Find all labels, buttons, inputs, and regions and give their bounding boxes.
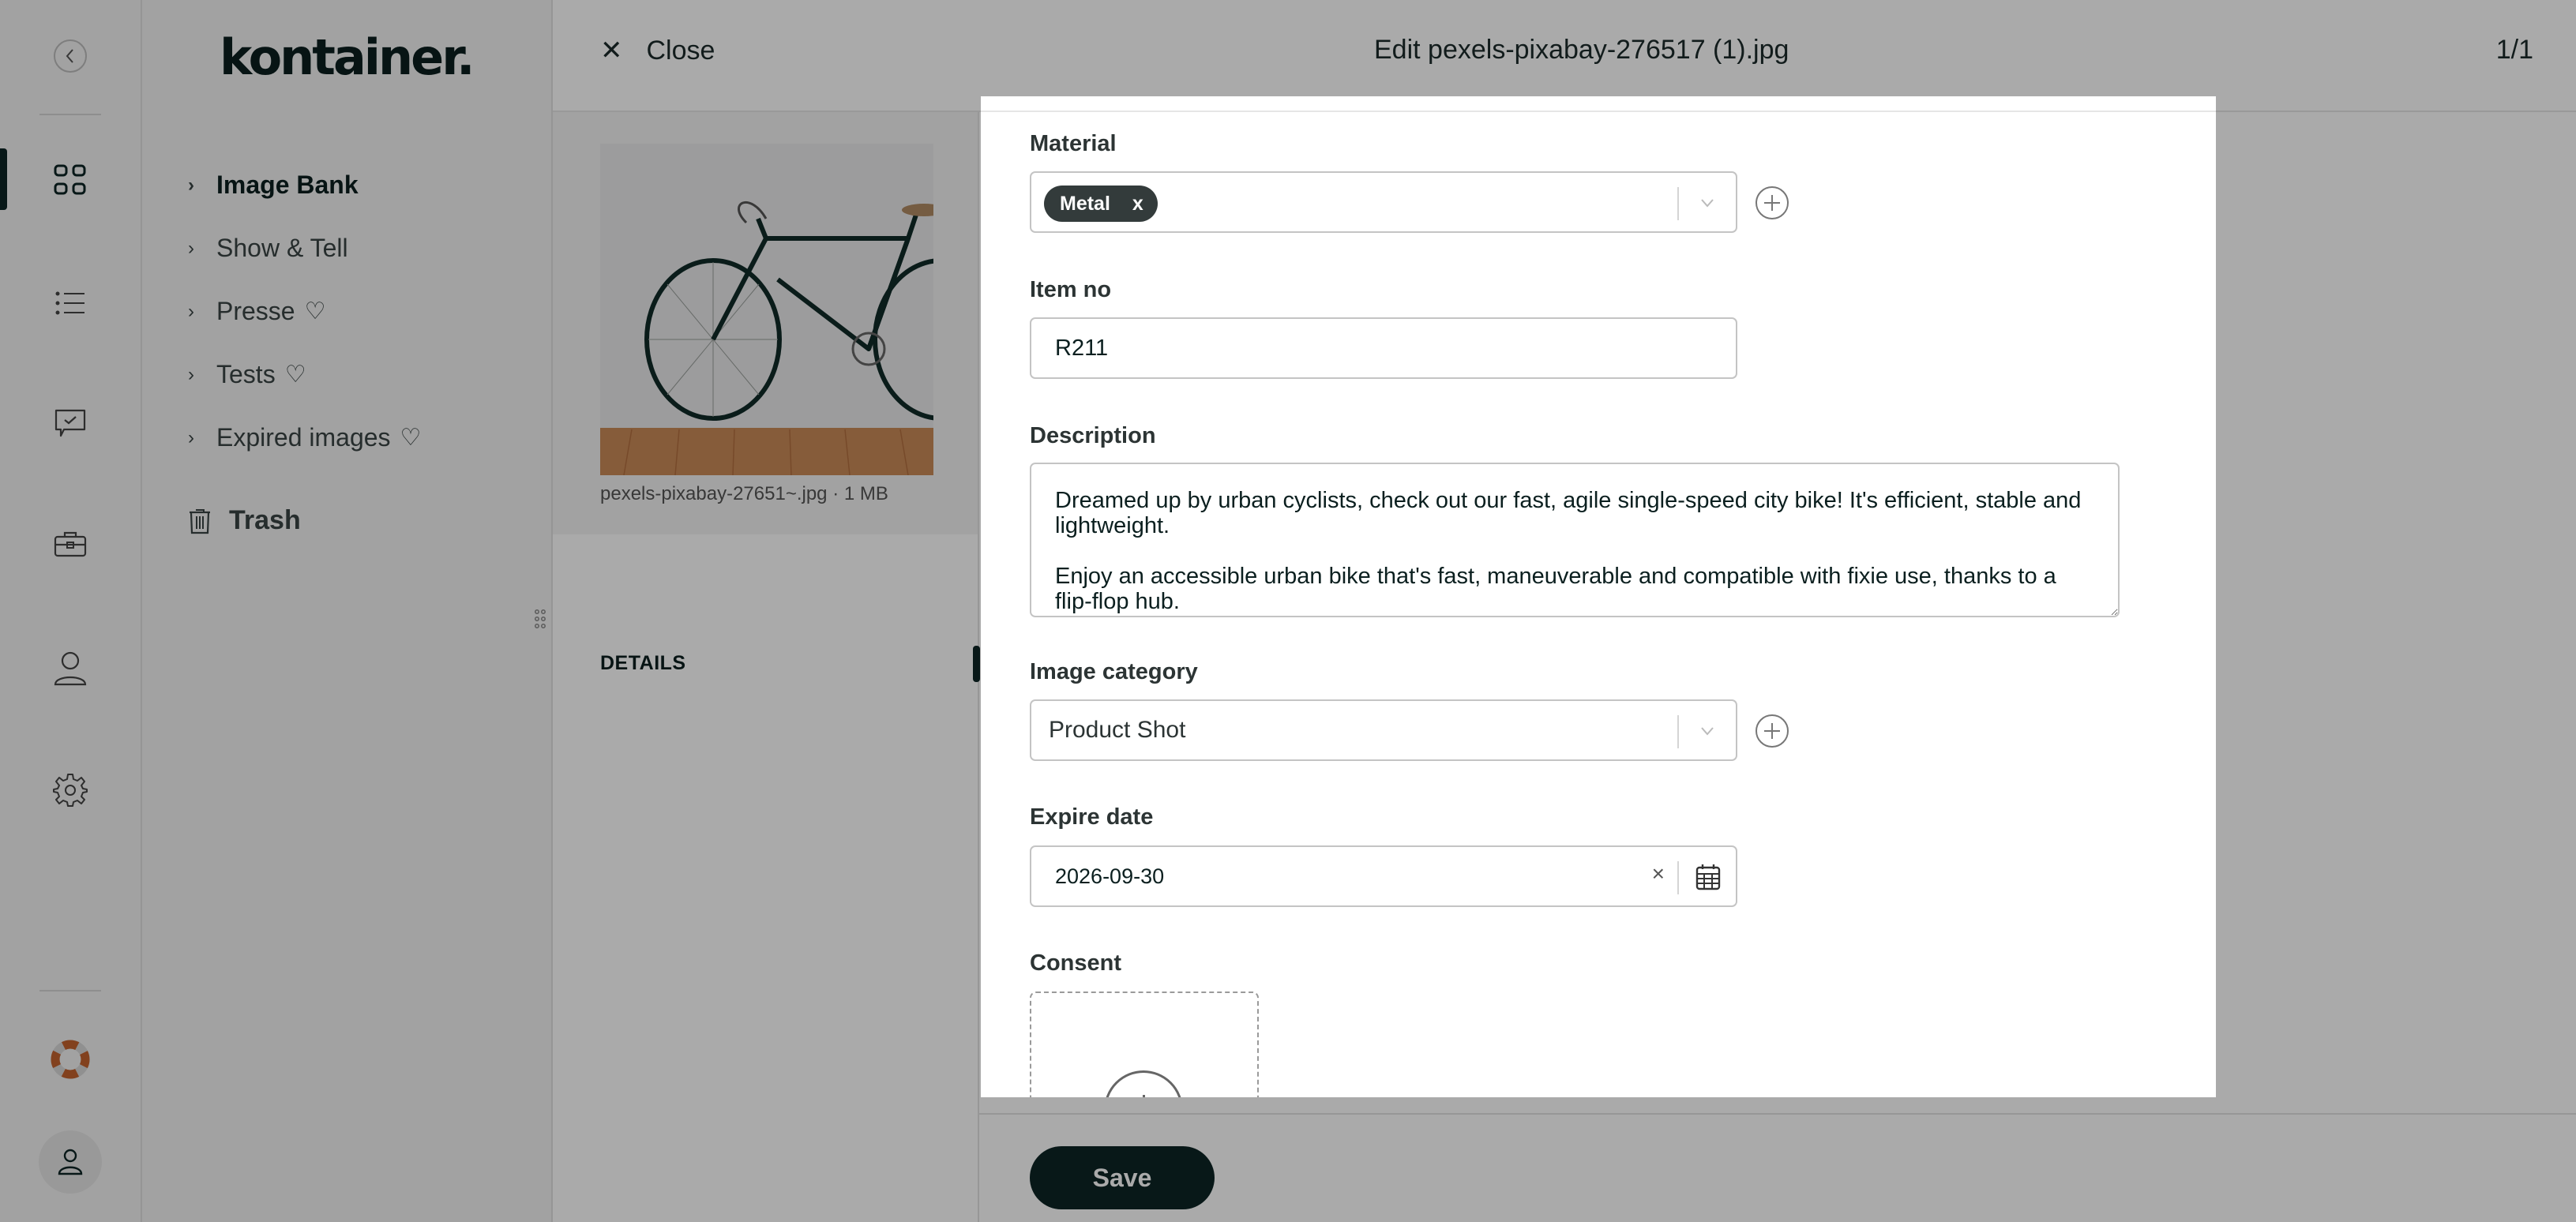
lifebuoy-icon	[51, 1040, 90, 1079]
close-icon: ✕	[600, 36, 623, 66]
panel-resize-handle[interactable]	[534, 608, 546, 630]
item-counter: 1/1	[2495, 35, 2533, 65]
description-textarea[interactable]: Dreamed up by urban cyclists, check out …	[1030, 463, 2120, 617]
save-button[interactable]: Save	[1030, 1146, 1215, 1209]
image-category-value: Product Shot	[1049, 717, 1186, 743]
kontainer-logo[interactable]: kontainer.	[220, 28, 475, 86]
heart-icon[interactable]: ♡	[305, 298, 326, 325]
folder-label: Expired images	[216, 423, 391, 452]
folder-label: Show & Tell	[216, 234, 348, 262]
user-icon	[54, 651, 87, 686]
grid-icon	[54, 164, 86, 195]
trash-label: Trash	[229, 505, 301, 535]
folder-label: Tests	[216, 360, 276, 388]
chip-remove-button[interactable]: x	[1132, 193, 1143, 216]
chevron-right-icon[interactable]: ›	[188, 301, 205, 323]
consent-upload-dropzone[interactable]	[1030, 991, 1259, 1097]
rail-divider	[39, 990, 101, 991]
clear-date-button[interactable]: ×	[1652, 861, 1665, 887]
details-scrollbar[interactable]	[973, 646, 980, 682]
add-category-button[interactable]	[1755, 714, 1789, 748]
add-consent-icon[interactable]	[1104, 1070, 1183, 1097]
image-category-select[interactable]: Product Shot	[1030, 699, 1737, 761]
avatar	[39, 1130, 102, 1194]
add-material-button[interactable]	[1755, 186, 1789, 220]
consent-label: Consent	[1030, 950, 1121, 976]
rail-item-list[interactable]	[0, 278, 141, 328]
collapse-sidebar-button[interactable]	[0, 30, 141, 82]
chevron-right-icon[interactable]: ›	[188, 427, 205, 449]
gear-icon	[53, 774, 88, 807]
chevron-right-icon[interactable]: ›	[188, 238, 205, 260]
page-title: Edit pexels-pixabay-276517 (1).jpg	[1374, 35, 1789, 65]
expire-date-label: Expire date	[1030, 804, 1154, 830]
bicycle-photo	[600, 144, 933, 475]
material-chip: Metal x	[1044, 186, 1158, 222]
material-select[interactable]: Metal x	[1030, 171, 1737, 233]
item-no-input[interactable]	[1030, 317, 1737, 379]
drag-handle-icon	[535, 609, 546, 628]
close-label: Close	[646, 35, 715, 66]
image-caption: pexels-pixabay-27651~.jpg · 1 MB	[600, 483, 888, 504]
description-label: Description	[1030, 423, 1156, 448]
rail-item-approvals[interactable]	[0, 398, 141, 448]
rail-item-portfolio[interactable]	[0, 519, 141, 570]
folder-item[interactable]: › Tests ♡	[188, 360, 306, 389]
rail-item-settings[interactable]	[0, 764, 141, 815]
calendar-icon[interactable]	[1695, 863, 1722, 891]
select-separator	[1677, 715, 1679, 748]
chevron-right-icon[interactable]: ›	[188, 364, 205, 386]
chevron-left-icon	[54, 39, 87, 73]
chat-check-icon	[54, 409, 86, 437]
folder-item[interactable]: › Show & Tell	[188, 234, 348, 263]
chip-label: Metal	[1060, 192, 1110, 215]
select-separator	[1677, 187, 1679, 220]
icon-rail	[0, 0, 142, 1222]
list-icon	[55, 291, 84, 315]
expire-date-value: 2026-09-30	[1055, 864, 1165, 888]
close-button[interactable]: ✕ Close	[600, 35, 715, 66]
chevron-down-icon[interactable]	[1696, 192, 1718, 214]
folder-item[interactable]: › Expired images ♡	[188, 423, 421, 452]
modal-top-divider	[981, 111, 2216, 112]
details-heading: DETAILS	[600, 652, 686, 674]
expire-date-picker[interactable]: 2026-09-30 ×	[1030, 845, 1737, 907]
item-no-label: Item no	[1030, 277, 1112, 302]
chevron-right-icon[interactable]: ›	[188, 174, 205, 197]
trash-icon	[190, 508, 210, 534]
briefcase-icon	[54, 531, 87, 557]
footer-divider	[979, 1113, 2576, 1115]
edit-metadata-modal: Material Metal x Item no Description Dre…	[981, 96, 2216, 1097]
image-category-label: Image category	[1030, 659, 1198, 684]
chevron-down-icon[interactable]	[1696, 720, 1718, 742]
folder-label: Presse	[216, 297, 295, 325]
folder-label: Image Bank	[216, 171, 359, 199]
account-button[interactable]	[0, 1130, 141, 1194]
folder-item[interactable]: › Image Bank	[188, 171, 359, 200]
material-label: Material	[1030, 131, 1117, 156]
folder-item[interactable]: › Presse ♡	[188, 297, 326, 326]
image-thumbnail[interactable]	[600, 144, 933, 475]
rail-item-grid[interactable]	[0, 155, 141, 205]
rail-divider	[39, 114, 101, 115]
trash-link[interactable]: Trash	[188, 505, 301, 536]
heart-icon[interactable]: ♡	[285, 361, 306, 388]
help-button[interactable]	[0, 1034, 141, 1085]
rail-item-users[interactable]	[0, 643, 141, 694]
select-separator	[1677, 861, 1679, 894]
heart-icon[interactable]: ♡	[400, 424, 422, 452]
avatar-icon	[58, 1149, 83, 1175]
